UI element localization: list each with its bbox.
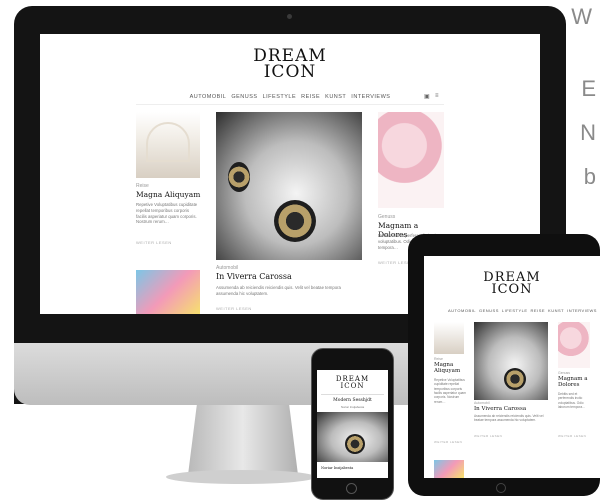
read-more-link[interactable]: WEITER LESEN: [474, 434, 502, 438]
post-image-drinks[interactable]: [558, 322, 590, 368]
menu-item-reise[interactable]: REISE: [531, 308, 546, 313]
site-logo-line2: ICON: [340, 381, 365, 390]
side-text-w: W: [571, 4, 592, 29]
post-image-art[interactable]: [434, 460, 464, 478]
post-title[interactable]: Magna Aliquyam: [136, 190, 206, 199]
phone-screen: DREAM ICON Modern Sesshjdt Noriar Insija…: [317, 370, 388, 478]
menu-divider: [136, 104, 444, 105]
read-more-link[interactable]: WEITER LESEN: [216, 306, 252, 311]
tablet-screen: DREAM ICON AUTOMOBIL GENUSS LIFESTYLE RE…: [424, 256, 600, 478]
post-image-car[interactable]: [216, 112, 362, 260]
menu-item-automobil[interactable]: AUTOMOBIL: [448, 308, 476, 313]
main-menu: AUTOMOBIL GENUSS LIFESTYLE REISE KUNST I…: [40, 94, 540, 100]
post-image-car[interactable]: [317, 412, 388, 462]
post-title[interactable]: In Viverra Carossa: [216, 272, 292, 281]
car-wheel: [504, 368, 526, 390]
site-logo-line2: ICON: [491, 282, 533, 298]
post-excerpt: Assumenda ab reiciendis reiciendis quis.…: [474, 414, 544, 423]
imac-stand: [188, 405, 298, 475]
menu-item-genuss[interactable]: GENUSS: [231, 94, 257, 100]
post-image-drinks[interactable]: [378, 112, 444, 208]
post-excerpt: Assumenda ab reiciendis reiciendis quis.…: [216, 285, 341, 296]
menu-divider: [321, 394, 384, 395]
post-excerpt: Repetive Voluptatibus cupiditate repella…: [434, 378, 466, 404]
phone-caption[interactable]: Noriar Insijabesta: [321, 466, 353, 470]
menu-item-lifestyle[interactable]: LIFESTYLE: [502, 308, 528, 313]
post-tag: Automobil: [216, 265, 239, 271]
car-wheel: [345, 434, 365, 454]
post-image-car[interactable]: [474, 322, 548, 400]
side-text-e: E: [581, 76, 596, 101]
site-logo[interactable]: DREAM ICON: [40, 47, 540, 83]
phone-post-subtitle: Noriar Insijabesta: [340, 405, 365, 409]
post-tag: Genuss: [378, 214, 396, 220]
site-logo-line2: ICON: [263, 62, 317, 83]
side-text-b: b: [583, 164, 596, 189]
imac-stand-base: [166, 470, 316, 484]
post-excerpt: Debitis sed et perferendis inctio volupt…: [558, 392, 586, 409]
post-title[interactable]: Magna Aliquyam: [434, 362, 466, 374]
home-button-icon[interactable]: [346, 483, 357, 494]
menu-item-reise[interactable]: REISE: [301, 94, 320, 100]
menu-item-kunst[interactable]: KUNST: [548, 308, 564, 313]
post-title[interactable]: In Viverra Carossa: [474, 406, 526, 412]
phone-post-title[interactable]: Modern Sesshjdt: [317, 398, 388, 403]
post-image-architecture[interactable]: [434, 322, 464, 354]
post-tag: Genuss: [558, 371, 571, 375]
main-menu: AUTOMOBIL GENUSS LIFESTYLE REISE KUNST I…: [448, 308, 600, 313]
home-button-icon[interactable]: [496, 483, 506, 493]
read-more-link[interactable]: WEITER LESEN: [558, 434, 586, 438]
car-wheel: [274, 200, 316, 242]
menu-item-lifestyle[interactable]: LIFESTYLE: [263, 94, 297, 100]
menu-item-kunst[interactable]: KUNST: [325, 94, 346, 100]
read-more-link[interactable]: WEITER LESEN: [434, 440, 462, 444]
side-text-n: N: [580, 120, 596, 145]
post-tag: Automobil: [474, 401, 490, 405]
camera-icon: [287, 14, 292, 19]
menu-item-interviews[interactable]: INTERVIEWS: [351, 94, 390, 100]
search-icon[interactable]: ▣: [424, 93, 430, 100]
post-tag: Reise: [434, 357, 443, 361]
car-wheel: [228, 162, 250, 192]
menu-icon[interactable]: ≡: [435, 93, 439, 99]
post-tag: Reise: [136, 183, 149, 189]
post-title[interactable]: Magnam a Dolores: [558, 376, 592, 388]
site-logo[interactable]: DREAM ICON: [317, 376, 388, 389]
read-more-link[interactable]: WEITER LESEN: [136, 240, 172, 245]
menu-item-interviews[interactable]: INTERVIEWS: [567, 308, 597, 313]
site-logo[interactable]: DREAM ICON: [424, 271, 600, 298]
post-image-architecture[interactable]: [136, 112, 200, 178]
post-image-art[interactable]: [136, 270, 200, 314]
arch-detail: [146, 122, 190, 162]
menu-item-automobil[interactable]: AUTOMOBIL: [190, 94, 227, 100]
post-excerpt: Repetive Voluptatibus cupiditate repella…: [136, 202, 198, 225]
menu-item-genuss[interactable]: GENUSS: [479, 308, 499, 313]
